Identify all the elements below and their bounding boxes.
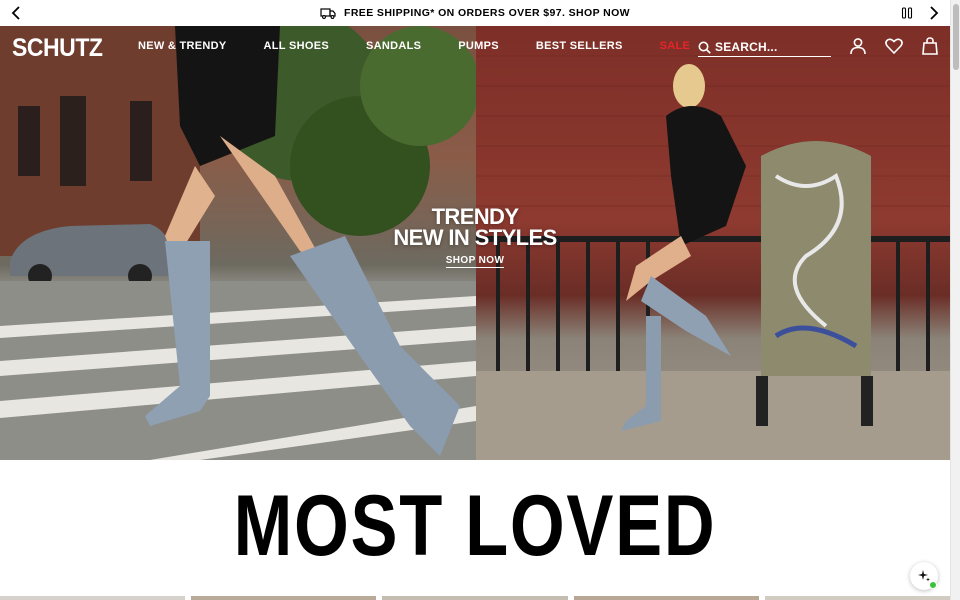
search-placeholder: SEARCH... [715,40,778,54]
nav-pumps[interactable]: PUMPS [458,40,499,52]
online-status-dot [929,581,937,589]
pause-icon [901,7,913,19]
account-button[interactable] [848,36,868,56]
chevron-right-icon [930,6,939,20]
account-icon [850,38,866,55]
nav-best-sellers[interactable]: BEST SELLERS [536,40,623,52]
bag-button[interactable] [920,36,940,56]
product-card[interactable] [382,596,568,600]
product-card[interactable] [573,596,759,600]
scrollbar-thumb[interactable] [953,4,959,70]
sparkle-icon [918,570,930,582]
wishlist-icon [885,38,903,54]
assistant-button[interactable] [910,562,938,590]
nav-all-shoes[interactable]: ALL SHOES [264,40,329,52]
product-strip [0,596,951,600]
hero-headline-line1: TRENDY [431,204,519,229]
wishlist-button[interactable] [884,36,904,56]
promo-pause-button[interactable] [898,4,916,22]
section-title: MOST LOVED [233,478,717,574]
schutz-logo[interactable]: SCHUTZ [12,34,103,63]
main-nav: NEW & TRENDY ALL SHOES SANDALS PUMPS BES… [138,40,690,52]
truck-icon [320,8,336,19]
chevron-left-icon [11,6,20,20]
nav-sale[interactable]: SALE [660,40,691,52]
promo-bar: FREE SHIPPING* ON ORDERS OVER $97. SHOP … [0,0,950,26]
nav-sandals[interactable]: SANDALS [366,40,421,52]
product-card[interactable] [764,596,951,600]
promo-message-link[interactable]: FREE SHIPPING* ON ORDERS OVER $97. SHOP … [320,7,630,19]
promo-prev-button[interactable] [6,3,26,23]
hero-shop-now-link[interactable]: SHOP NOW [445,255,505,268]
nav-new-trendy[interactable]: NEW & TRENDY [138,40,227,52]
bag-icon [922,37,938,55]
page: FREE SHIPPING* ON ORDERS OVER $97. SHOP … [0,0,960,600]
product-card[interactable] [0,596,186,600]
hero-headline-block: TRENDY NEW IN STYLES SHOP NOW [0,206,950,268]
promo-text: FREE SHIPPING* ON ORDERS OVER $97. SHOP … [344,7,630,19]
search-input[interactable]: SEARCH... [698,38,831,57]
page-scrollbar[interactable] [950,0,960,600]
main-header: SCHUTZ NEW & TRENDY ALL SHOES SANDALS PU… [0,26,950,66]
search-icon [698,41,711,54]
product-card[interactable] [191,596,377,600]
promo-next-button[interactable] [924,3,944,23]
hero-headline-line2: NEW IN STYLES [393,225,557,250]
